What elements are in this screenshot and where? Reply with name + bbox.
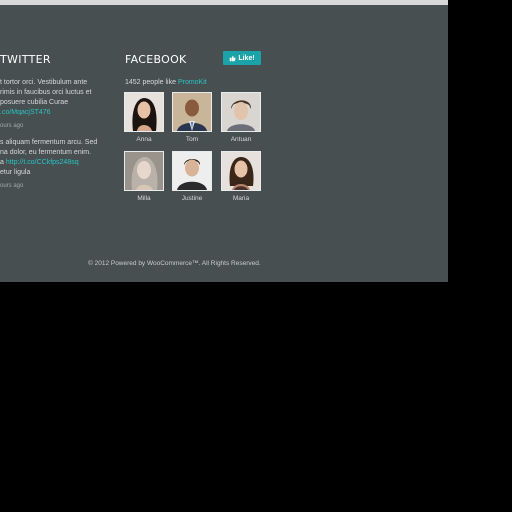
friend-avatar[interactable]	[221, 151, 261, 191]
tweet-2: s aliquam fermentum arcu. Sed na dolor, …	[0, 138, 112, 178]
friend-avatar[interactable]	[124, 92, 164, 132]
friend-name: Milla	[137, 195, 151, 202]
friend-name: Antuan	[230, 136, 252, 143]
friend-milla[interactable]: Milla	[124, 151, 164, 202]
avatar	[222, 93, 260, 131]
friend-maria[interactable]: Maria	[221, 151, 261, 202]
footer-widgets-panel: TWITTER t tortor orci. Vestibulum ante r…	[0, 5, 448, 282]
tweet-2-time: ours ago	[0, 183, 24, 189]
avatar	[125, 152, 163, 190]
friend-name: Anna	[136, 136, 152, 143]
friend-name: Tom	[185, 136, 199, 143]
avatar	[173, 152, 211, 190]
people-count-text: 1452 people like	[125, 79, 178, 86]
friend-anna[interactable]: Anna	[124, 92, 164, 143]
twitter-widget-title: TWITTER	[0, 53, 51, 66]
thumbs-up-icon	[230, 55, 236, 61]
friend-avatar[interactable]	[221, 92, 261, 132]
tweet-1: t tortor orci. Vestibulum ante rimis in …	[0, 78, 112, 118]
tweet-1-time: ours ago	[0, 123, 24, 129]
facebook-people-count: 1452 people like PromoKit	[125, 79, 207, 86]
tweet-2-line-2: na dolor, eu fermentum enim.	[0, 149, 92, 156]
friend-tom[interactable]: Tom	[172, 92, 212, 143]
copyright-text: © 2012 Powered by WooCommerce™. All Righ…	[88, 260, 261, 267]
tweet-2-link[interactable]: http://t.co/CCkfps248sq	[6, 159, 79, 166]
friend-avatar[interactable]	[172, 151, 212, 191]
avatar	[222, 152, 260, 190]
like-button-label: Like!	[238, 54, 255, 62]
friend-justine[interactable]: Justine	[172, 151, 212, 202]
avatar	[173, 93, 211, 131]
friend-name: Maria	[232, 195, 250, 202]
facebook-like-button[interactable]: Like!	[223, 51, 261, 65]
tweet-1-line-3: posuere cubilia Curae	[0, 99, 69, 106]
tweet-2-line-1: s aliquam fermentum arcu. Sed	[0, 139, 98, 146]
tweet-1-line-1: t tortor orci. Vestibulum ante	[0, 79, 88, 86]
avatar	[125, 93, 163, 131]
friend-avatar[interactable]	[172, 92, 212, 132]
tweet-2-line-4: etur ligula	[0, 169, 31, 176]
friend-name: Justine	[181, 195, 203, 202]
tweet-1-link[interactable]: .co/MqacjST476	[0, 108, 112, 118]
facebook-widget-title: FACEBOOK	[125, 53, 187, 66]
friend-avatar[interactable]	[124, 151, 164, 191]
tweet-1-line-2: rimis in faucibus orci luctus et	[0, 89, 92, 96]
friend-antuan[interactable]: Antuan	[221, 92, 261, 143]
facebook-page-link[interactable]: PromoKit	[178, 79, 207, 86]
